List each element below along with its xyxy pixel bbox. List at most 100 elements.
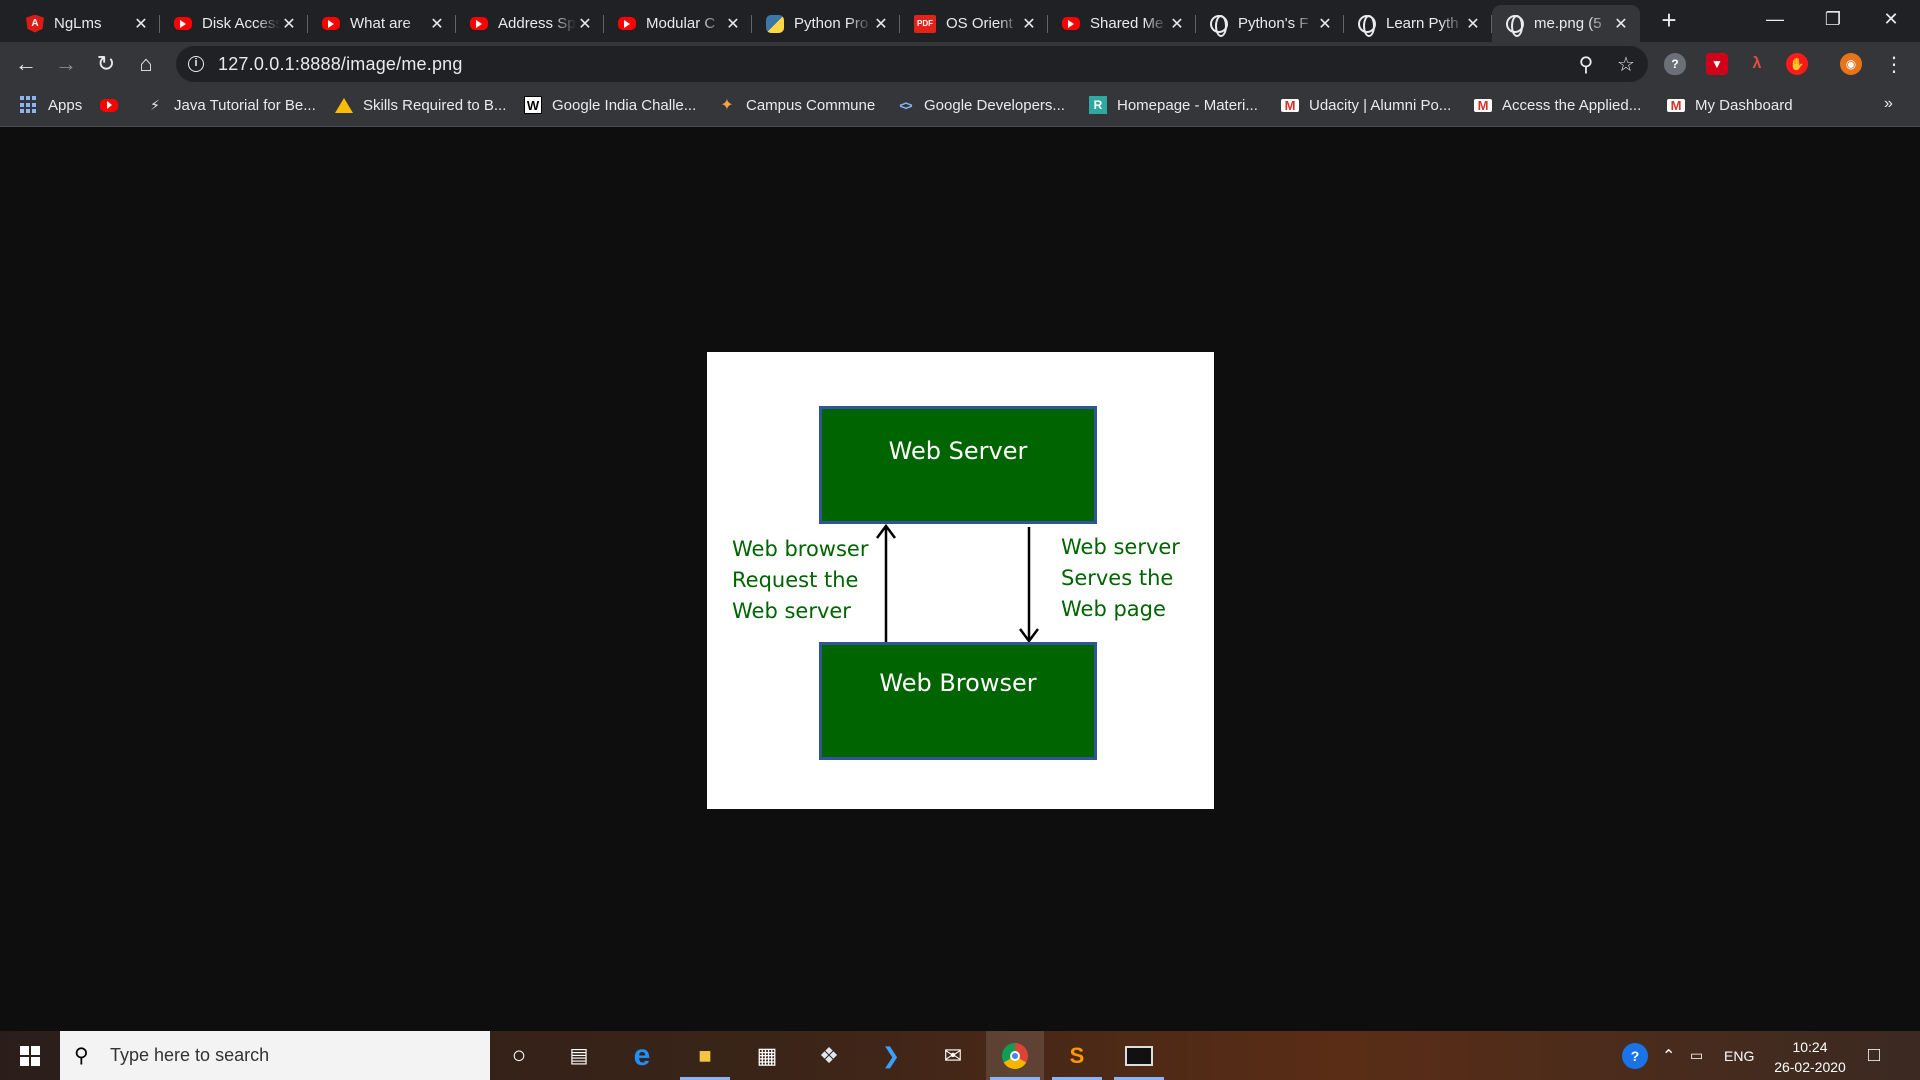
minimize-button[interactable]: — [1746,0,1804,38]
tab-9[interactable]: Learn Pyth ✕ [1344,5,1492,42]
bookmark-5[interactable]: <> Google Developers... [896,87,1065,123]
bookmarks-overflow-button[interactable]: » [1884,95,1893,113]
serve-note-line: Web server [1061,535,1180,559]
pdf-icon: PDF [914,14,936,33]
menu-kebab-icon[interactable]: ⋮ [1878,48,1910,80]
bookmark-label: Google Developers... [924,96,1065,114]
reload-button[interactable]: ↻ [90,48,122,80]
close-window-button[interactable]: ✕ [1862,0,1920,38]
youtube-icon [470,17,488,30]
adblock-extension-icon[interactable]: ✋ [1786,53,1808,75]
shield-extension-icon[interactable]: ? [1664,53,1686,75]
start-button[interactable] [0,1031,60,1080]
close-tab-icon[interactable]: ✕ [576,15,594,33]
tray-expand-icon[interactable]: ⌃ [1662,1031,1675,1080]
edge-browser-icon[interactable]: e [613,1031,671,1080]
chrome-icon[interactable] [986,1031,1044,1080]
mail-icon: M [1667,98,1685,113]
tab-10[interactable]: me.png (5 ✕ [1492,5,1640,42]
cortana-icon[interactable]: ○ [490,1031,548,1080]
youtube-icon [100,98,118,112]
request-note-line: Web server [732,599,851,623]
close-tab-icon[interactable]: ✕ [1612,15,1630,33]
youtube-icon [1062,17,1080,30]
bolt-icon: ⚡ [150,96,160,113]
mail-icon[interactable]: ✉ [924,1031,982,1080]
visual-studio-code-icon[interactable]: ❯ [862,1031,920,1080]
search-icon: ⚲ [74,1045,89,1067]
web-server-box: Web Server [819,406,1097,524]
address-bar[interactable]: i 127.0.0.1:8888/image/me.png ⚲ ☆ [176,46,1648,82]
language-indicator[interactable]: ENG [1724,1031,1754,1080]
tab-7[interactable]: Shared Me ✕ [1048,5,1196,42]
bookmark-label: Homepage - Materi... [1117,96,1258,114]
tab-2[interactable]: What are ✕ [308,5,456,42]
tab-4[interactable]: Modular C ✕ [604,5,752,42]
tab-title: Shared Me [1090,15,1164,32]
new-tab-button[interactable]: + [1655,7,1683,35]
serve-note: Web server Serves the Web page [1061,532,1180,625]
microsoft-store-icon[interactable]: ▦ [738,1031,796,1080]
bookmark-label: Access the Applied... [1502,96,1642,114]
close-tab-icon[interactable]: ✕ [1464,15,1482,33]
taskbar-search-box[interactable]: ⚲ Type here to search [60,1031,490,1080]
zoom-icon[interactable]: ⚲ [1574,52,1598,76]
file-explorer-icon[interactable]: ■ [676,1031,734,1080]
windows-logo-icon [20,1045,40,1066]
bookmark-6[interactable]: R Homepage - Materi... [1089,87,1258,123]
url-text[interactable]: 127.0.0.1:8888/image/me.png [218,54,463,75]
browser-toolbar: ← → ↻ ⌂ i 127.0.0.1:8888/image/me.png ⚲ … [0,42,1920,87]
tab-title: Python's F [1238,15,1309,32]
acrobat-extension-icon[interactable]: λ [1746,53,1768,75]
tab-1[interactable]: Disk Access ✕ [160,5,308,42]
forward-button[interactable]: → [50,48,82,80]
close-tab-icon[interactable]: ✕ [428,15,446,33]
bookmark-2[interactable]: Skills Required to B... [335,87,506,123]
serve-note-line: Web page [1061,597,1166,621]
profile-avatar[interactable]: ◉ [1840,53,1862,75]
clock[interactable]: 10:24 26-02-2020 [1765,1037,1855,1077]
bookmark-label: Java Tutorial for Be... [174,96,316,114]
close-tab-icon[interactable]: ✕ [1316,15,1334,33]
dropbox-icon[interactable]: ❖ [800,1031,858,1080]
bookmark-label: Campus Commune [746,96,876,114]
bookmark-1[interactable]: ⚡ Java Tutorial for Be... [146,87,316,123]
bookmark-9[interactable]: M My Dashboard [1667,87,1793,123]
bookmark-0[interactable] [100,87,128,123]
battery-icon[interactable]: ▭ [1690,1031,1703,1080]
back-button[interactable]: ← [10,48,42,80]
request-note-line: Web browser [732,537,869,561]
tab-5[interactable]: Python Pro ✕ [752,5,900,42]
task-view-icon[interactable]: ▤ [550,1031,608,1080]
home-button[interactable]: ⌂ [130,48,162,80]
pocket-extension-icon[interactable]: ▼ [1706,53,1728,75]
tab-6[interactable]: PDF OS Orient ✕ [900,5,1048,42]
youtube-icon [174,17,192,30]
close-tab-icon[interactable]: ✕ [1168,15,1186,33]
close-tab-icon[interactable]: ✕ [1020,15,1038,33]
close-tab-icon[interactable]: ✕ [132,15,150,33]
bookmark-star-icon[interactable]: ☆ [1614,52,1638,76]
tab-3[interactable]: Address Sp ✕ [456,5,604,42]
info-icon[interactable]: i [188,56,204,72]
tab-0[interactable]: A NgLms ✕ [12,5,160,42]
restore-button[interactable]: ❐ [1804,0,1862,38]
bookmark-4[interactable]: ✦ Campus Commune [718,87,875,123]
python-icon [766,14,784,33]
close-tab-icon[interactable]: ✕ [280,15,298,33]
bookmark-apps[interactable]: Apps [20,87,82,123]
close-tab-icon[interactable]: ✕ [872,15,890,33]
close-tab-icon[interactable]: ✕ [724,15,742,33]
r-icon: R [1089,96,1107,114]
angular-icon: A [26,14,44,33]
tab-8[interactable]: Python's F ✕ [1196,5,1344,42]
sublime-text-icon[interactable]: S [1048,1031,1106,1080]
bookmark-3[interactable]: W Google India Challe... [524,87,696,123]
bookmark-8[interactable]: M Access the Applied... [1474,87,1641,123]
notifications-icon[interactable]: □ [1868,1031,1880,1080]
terminal-icon[interactable] [1110,1031,1168,1080]
bookmark-7[interactable]: M Udacity | Alumni Po... [1281,87,1451,123]
tab-title: Python Pro [794,15,869,32]
tab-title: Modular C [646,15,716,32]
help-icon[interactable]: ? [1622,1031,1648,1080]
